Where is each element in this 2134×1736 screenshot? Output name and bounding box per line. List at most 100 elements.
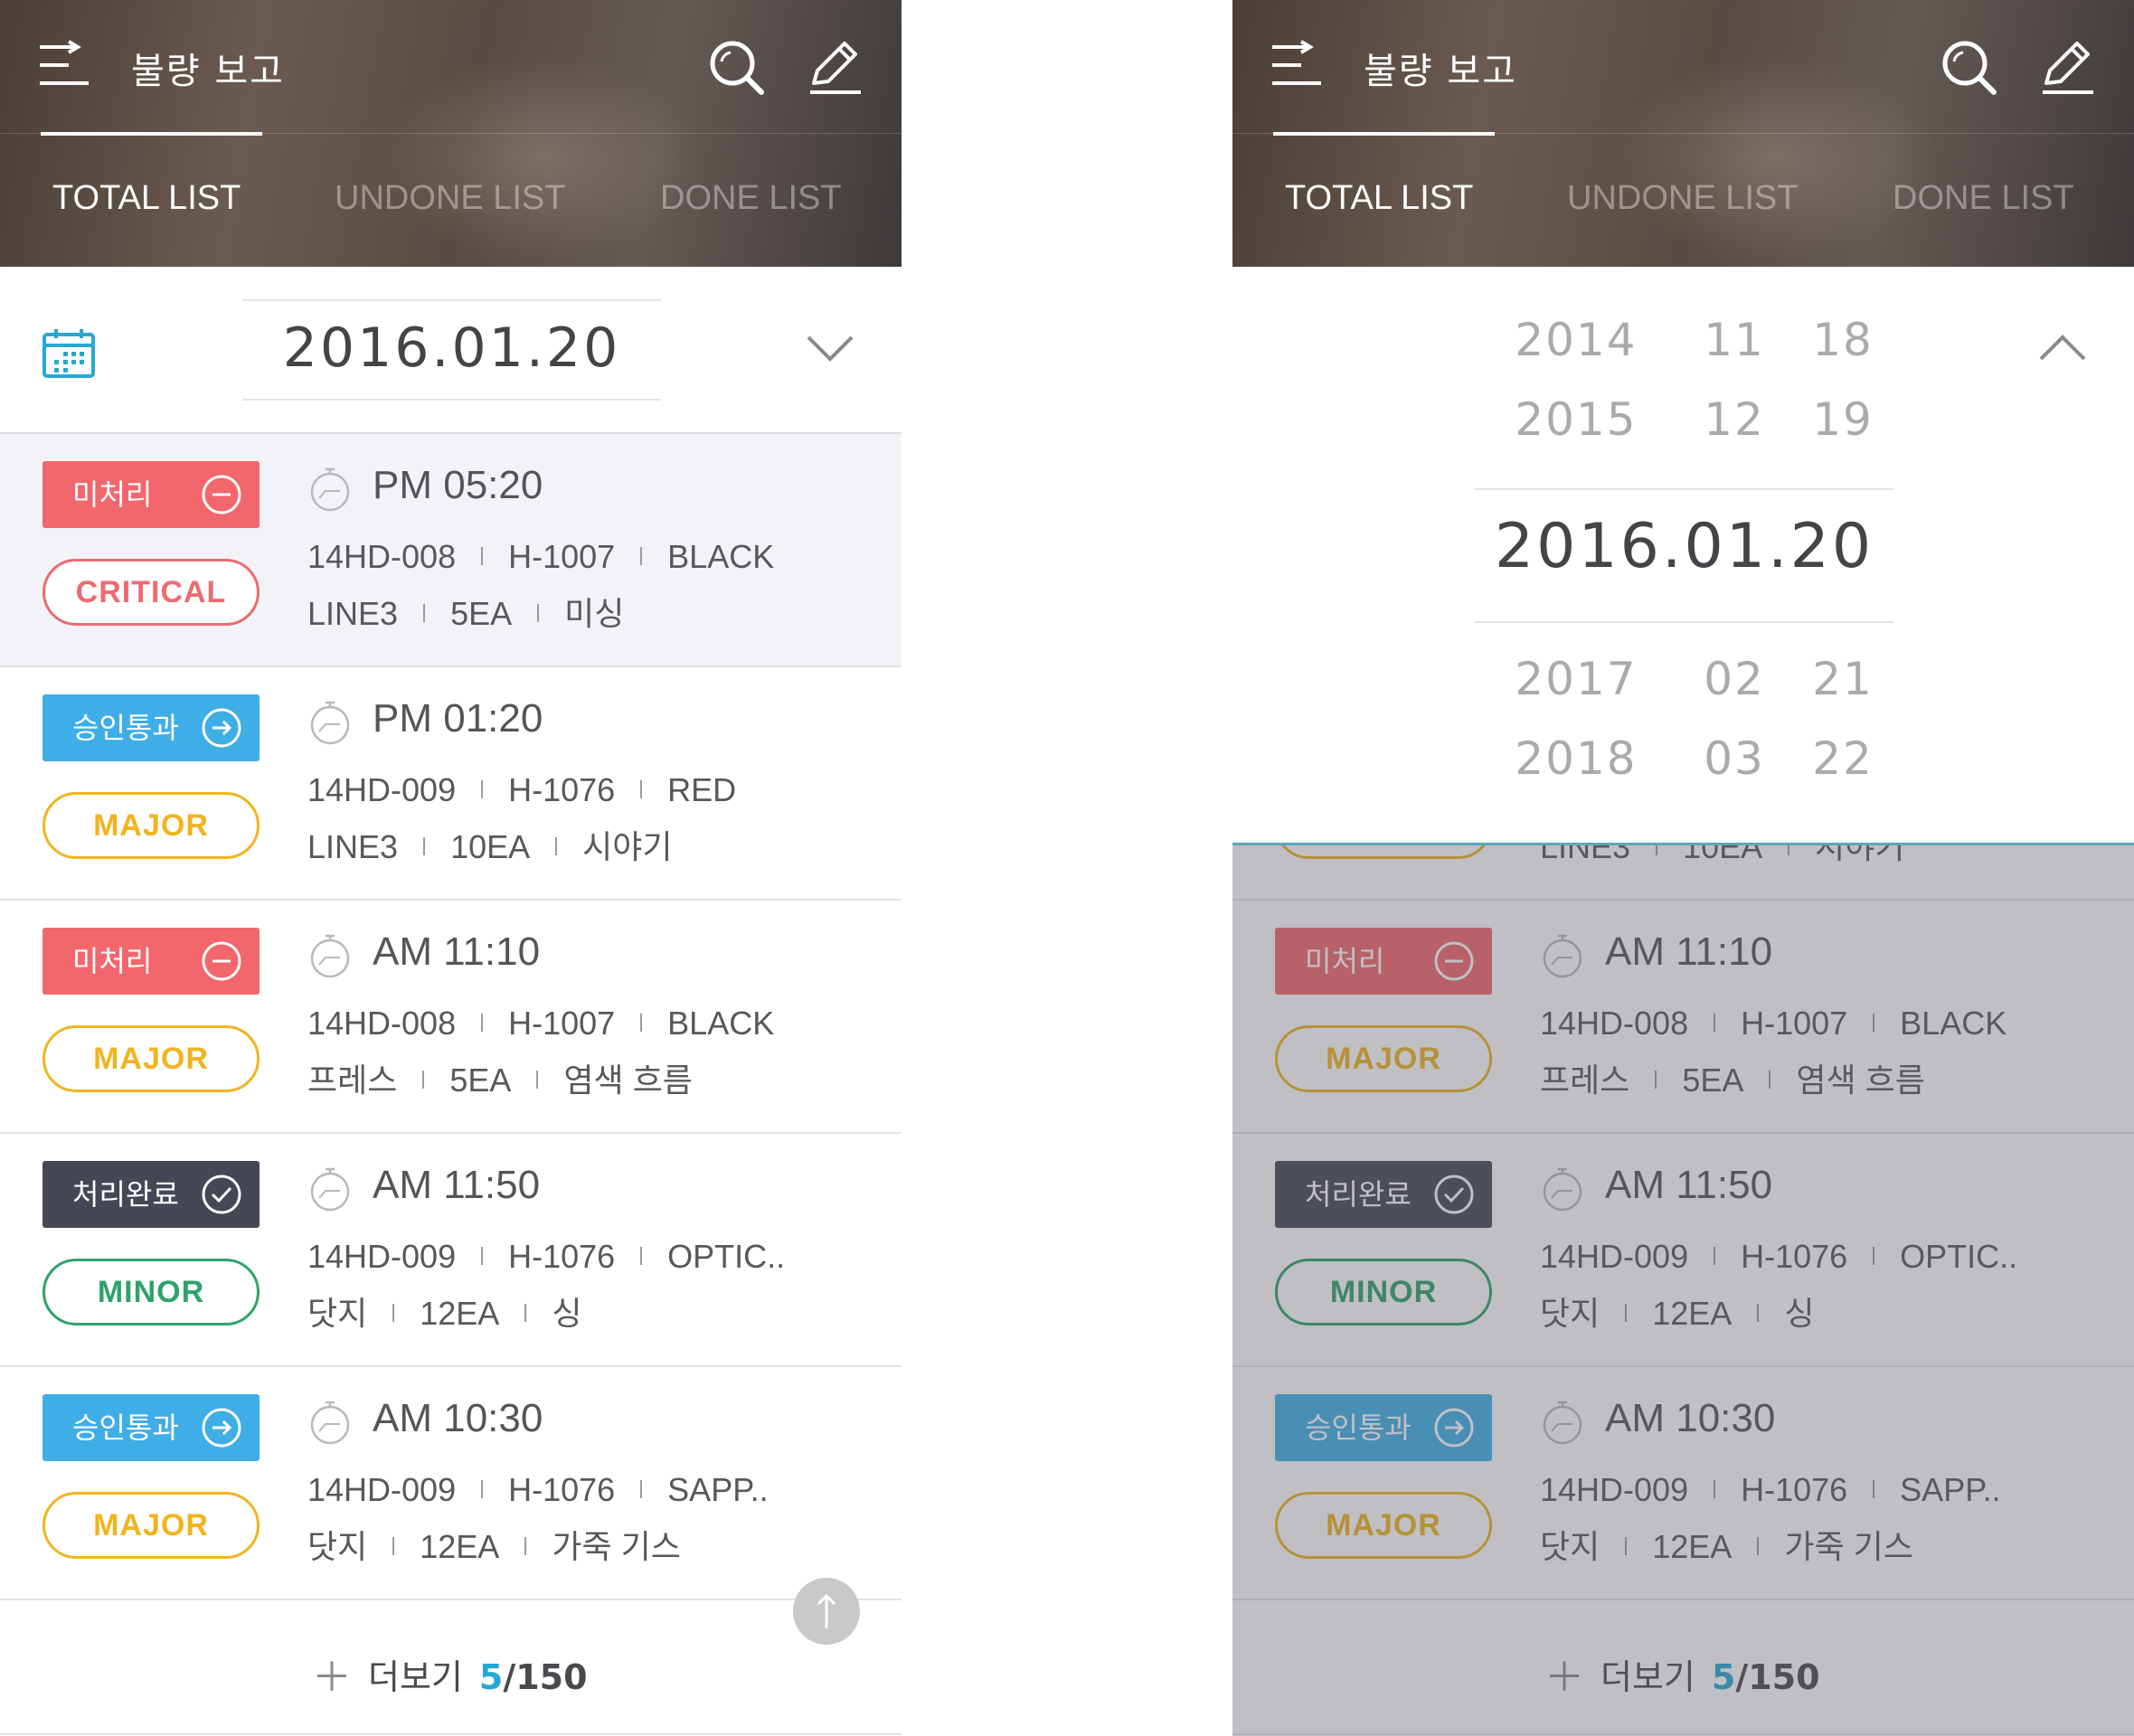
item-line: 프레스 (1540, 1061, 1630, 1099)
list-item[interactable]: 승인통과 MAJOR AM 10:30 14HD-009 H-1076 SAPP.. 닷지 1… (0, 1367, 902, 1600)
severity-badge: CRITICAL (42, 559, 260, 626)
tab-undone-list[interactable]: UNDONE LIST (1567, 179, 1798, 218)
item-line: 닷지 (307, 1528, 368, 1565)
picker-day-option[interactable]: 21 (1798, 653, 1888, 705)
more-row: ＋ 더보기 5/150 (0, 1601, 902, 1735)
clock-icon (310, 467, 350, 512)
picker-day-option[interactable]: 22 (1798, 732, 1888, 785)
picker-month-option[interactable]: 11 (1689, 314, 1780, 366)
tab-done-list[interactable]: DONE LIST (1893, 179, 2074, 218)
more-button[interactable]: ＋ 더보기 5/150 (1544, 1645, 1820, 1703)
picker-day-option[interactable]: 19 (1798, 393, 1888, 446)
item-color: SAPP.. (1900, 1471, 2001, 1508)
item-detail-line-1: 14HD-009 H-1076 RED (307, 771, 736, 809)
chevron-up-icon[interactable] (2037, 330, 2088, 366)
item-time: AM 11:50 (1605, 1163, 1773, 1207)
more-total-count: /150 (1735, 1657, 1820, 1697)
separator (481, 780, 484, 798)
list-item[interactable]: 미처리 MAJOR AM 11:10 14HD-008 H-1007 BLACK 프레스 5E… (0, 901, 902, 1134)
picker-year-option[interactable]: 2018 (1513, 732, 1639, 785)
separator (524, 1304, 527, 1322)
severity-badge: MINOR (42, 1259, 260, 1326)
arrow-up-icon[interactable] (793, 1578, 860, 1645)
item-detail-line-1: 14HD-009 H-1076 OPTIC.. (307, 1238, 785, 1276)
picker-month-option[interactable]: 12 (1689, 393, 1780, 446)
list-item[interactable]: 처리완료 MINOR AM 11:50 14HD-009 H-1076 OPTIC.. 닷지… (1232, 1134, 2134, 1367)
separator (422, 1071, 425, 1089)
check-circle-icon (1434, 1175, 1474, 1214)
item-detail-line-1: 14HD-009 H-1076 OPTIC.. (1540, 1238, 2017, 1276)
more-label: 더보기 (1600, 1657, 1695, 1697)
status-badge: 처리완료 (42, 1161, 260, 1228)
item-qty: 12EA (1652, 1295, 1733, 1332)
picker-month-option[interactable]: 02 (1689, 653, 1780, 705)
item-qty: 12EA (420, 1295, 500, 1332)
plus-icon: ＋ (1544, 1655, 1584, 1701)
tab-indicator (41, 132, 262, 136)
tab-total-list[interactable]: TOTAL LIST (1285, 179, 1473, 218)
separator (640, 780, 643, 798)
tab-total-list[interactable]: TOTAL LIST (52, 179, 241, 218)
picker-year-option[interactable]: 2017 (1513, 653, 1639, 705)
list-item[interactable]: 승인통과 MAJOR AM 10:30 14HD-009 H-1076 SAPP.. 닷지 1… (1232, 1367, 2134, 1600)
picker-day-option[interactable]: 18 (1798, 314, 1888, 366)
date-selector[interactable]: 2016.01.20 (0, 267, 902, 434)
date-top-line (242, 299, 661, 301)
item-color: RED (667, 771, 737, 808)
status-label: 미처리 (72, 477, 153, 512)
menu-icon[interactable] (38, 40, 96, 92)
edit-icon[interactable] (2035, 36, 2099, 99)
status-label: 승인통과 (72, 1410, 179, 1445)
date-value[interactable]: 2016.01.20 (242, 316, 661, 380)
list-item[interactable]: 승인통과 MAJOR PM 01:20 14HD-009 H-1076 RED LINE3 1… (0, 667, 902, 901)
status-badge: 미처리 (1275, 928, 1492, 995)
item-detail-line-2: 닷지 12EA 가죽 기스 (307, 1521, 681, 1568)
clock-icon (310, 934, 350, 978)
list-item[interactable]: 미처리 CRITICAL PM 05:20 14HD-008 H-1007 BLACK LI… (0, 434, 902, 667)
item-part: H-1007 (1741, 1005, 1848, 1042)
picker-month-option[interactable]: 03 (1689, 732, 1780, 785)
item-line: 닷지 (1540, 1528, 1600, 1565)
item-part: H-1076 (1741, 1238, 1848, 1275)
more-button[interactable]: ＋ 더보기 5/150 (312, 1645, 588, 1703)
item-defect: 염색 흐름 (563, 1061, 693, 1099)
item-defect: 가죽 기스 (552, 1528, 681, 1565)
item-detail-line-1: 14HD-009 H-1076 SAPP.. (307, 1471, 769, 1509)
item-line: LINE3 (307, 595, 399, 632)
chevron-down-icon[interactable] (805, 330, 855, 366)
clock-icon (310, 1401, 350, 1445)
menu-icon[interactable] (1270, 40, 1328, 92)
edit-icon[interactable] (803, 36, 866, 99)
tab-done-list[interactable]: DONE LIST (660, 179, 842, 218)
search-icon[interactable] (1938, 36, 2001, 99)
separator (481, 1480, 484, 1498)
picker-year-option[interactable]: 2014 (1513, 314, 1639, 366)
severity-label: MINOR (97, 1275, 205, 1309)
separator (481, 547, 484, 565)
item-code: 14HD-008 (1540, 1005, 1689, 1042)
item-defect: 미싱 (564, 595, 625, 632)
list-item[interactable]: 미처리 MAJOR AM 11:10 14HD-008 H-1007 BLACK 프레스 5E… (1232, 901, 2134, 1134)
search-icon[interactable] (705, 36, 769, 99)
tab-undone-list[interactable]: UNDONE LIST (335, 179, 565, 218)
separator (537, 604, 540, 622)
item-code: 14HD-009 (1540, 1471, 1689, 1508)
picker-selected-date[interactable]: 2016.01.20 (1475, 511, 1893, 582)
item-time: AM 11:50 (373, 1163, 541, 1207)
item-time: PM 01:20 (373, 696, 543, 741)
item-detail-line-1: 14HD-008 H-1007 BLACK (307, 1005, 774, 1043)
more-current-count: 5 (1711, 1657, 1736, 1697)
more-row: ＋ 더보기 5/150 (1232, 1601, 2134, 1735)
list-item[interactable]: 처리완료 MINOR AM 11:50 14HD-009 H-1076 OPTIC.. 닷지… (0, 1134, 902, 1367)
item-qty: 5EA (1682, 1061, 1744, 1099)
picker-selection-bottom-line (1475, 621, 1893, 623)
item-qty: 10EA (450, 828, 531, 865)
tab-indicator (1273, 132, 1495, 136)
clock-icon (310, 1167, 350, 1212)
item-line: 닷지 (1540, 1295, 1600, 1332)
more-current-count: 5 (478, 1657, 504, 1697)
severity-label: CRITICAL (75, 575, 227, 609)
item-time: AM 11:10 (1605, 929, 1773, 974)
item-line: LINE3 (307, 828, 399, 865)
picker-year-option[interactable]: 2015 (1513, 393, 1639, 446)
